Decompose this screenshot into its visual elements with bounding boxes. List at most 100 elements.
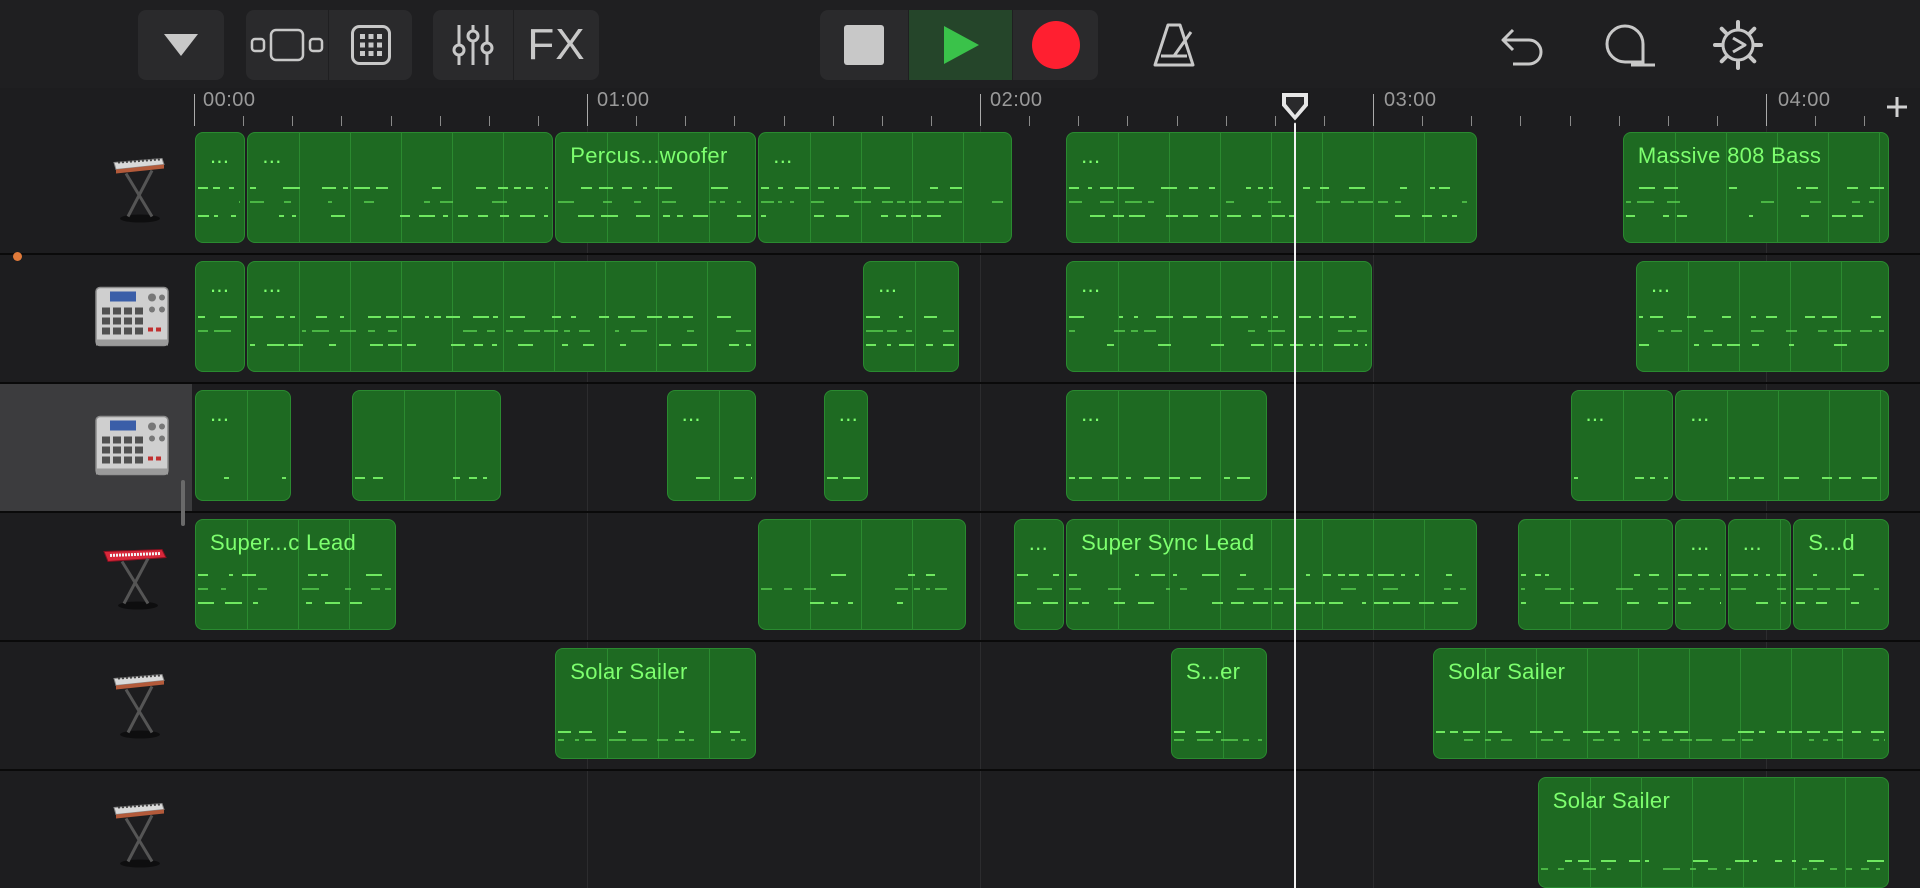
track-region[interactable]: ... xyxy=(1066,261,1372,372)
midi-note xyxy=(908,574,916,576)
track-region[interactable]: ... xyxy=(863,261,960,372)
track-header[interactable] xyxy=(0,771,192,888)
midi-note xyxy=(647,316,663,318)
track-region[interactable]: ... xyxy=(1013,519,1065,630)
track-region[interactable]: ... xyxy=(195,390,292,501)
track-region[interactable]: ... xyxy=(195,132,246,243)
track-list-scrollbar[interactable] xyxy=(181,480,185,526)
midi-note xyxy=(1616,588,1634,590)
region-loop-divider xyxy=(912,133,914,242)
track-region[interactable]: ... xyxy=(823,390,868,501)
playhead-handle[interactable] xyxy=(1279,90,1311,124)
track-region[interactable]: ... xyxy=(1675,390,1890,501)
region-loop-divider xyxy=(1841,262,1842,371)
midi-note xyxy=(1209,187,1216,189)
playhead-line[interactable] xyxy=(1294,100,1296,888)
track-header[interactable] xyxy=(0,384,192,511)
midi-note xyxy=(804,588,817,590)
track-region[interactable]: ... xyxy=(1636,261,1890,372)
track-region[interactable]: Solar Sailer xyxy=(555,648,757,759)
midi-note xyxy=(1442,602,1459,604)
midi-note xyxy=(400,215,411,217)
midi-note xyxy=(1540,739,1553,741)
midi-note xyxy=(795,187,810,189)
track-region[interactable]: ... xyxy=(1675,519,1726,630)
midi-note xyxy=(1268,330,1286,332)
midi-note xyxy=(826,477,838,479)
grid-view-button[interactable] xyxy=(328,10,412,80)
record-button[interactable] xyxy=(1012,10,1098,80)
midi-note xyxy=(250,316,264,318)
track-region[interactable]: ... xyxy=(1066,132,1477,243)
midi-note xyxy=(720,201,726,203)
ruler-tick xyxy=(1078,116,1080,126)
midi-note xyxy=(1395,215,1411,217)
undo-button[interactable] xyxy=(1487,10,1557,80)
track-region[interactable]: ... xyxy=(1066,390,1268,501)
midi-note xyxy=(1119,316,1124,318)
midi-note xyxy=(292,215,297,217)
midi-note xyxy=(618,731,627,733)
timeline-ruler[interactable]: 00:00 01:00 02:00 03:00 04:00 xyxy=(0,88,1920,126)
midi-note xyxy=(1330,316,1345,318)
track-region[interactable]: ... xyxy=(1727,519,1792,630)
settings-button[interactable] xyxy=(1703,10,1773,80)
midi-note xyxy=(253,602,258,604)
stop-button[interactable] xyxy=(820,10,908,80)
track-header[interactable] xyxy=(0,513,192,640)
midi-note xyxy=(1069,477,1076,479)
track-region[interactable]: ... xyxy=(247,261,757,372)
midi-note xyxy=(1156,316,1174,318)
midi-note xyxy=(1679,739,1692,741)
track-region[interactable] xyxy=(758,519,966,630)
track-region[interactable]: S...er xyxy=(1170,648,1268,759)
region-loop-divider xyxy=(401,133,403,242)
midi-note xyxy=(198,602,214,604)
midi-note xyxy=(1444,588,1452,590)
track-header[interactable] xyxy=(0,126,192,253)
midi-note xyxy=(1851,201,1860,203)
midi-note xyxy=(1692,860,1708,862)
midi-note xyxy=(1212,602,1224,604)
track-region[interactable] xyxy=(1518,519,1674,630)
browser-button[interactable] xyxy=(246,10,328,80)
track-region[interactable]: Percus...woofer xyxy=(555,132,757,243)
midi-note xyxy=(1435,731,1445,733)
track-header[interactable] xyxy=(0,255,192,382)
track-header[interactable] xyxy=(0,642,192,769)
metronome-button[interactable] xyxy=(1139,10,1209,80)
track-region[interactable]: ... xyxy=(666,390,757,501)
midi-note xyxy=(434,316,442,318)
midi-note xyxy=(1661,739,1673,741)
midi-note xyxy=(1107,344,1115,346)
track-region[interactable]: ... xyxy=(247,132,554,243)
midi-note xyxy=(659,344,672,346)
track-region[interactable]: S...d xyxy=(1793,519,1890,630)
midi-note xyxy=(1662,215,1669,217)
midi-note xyxy=(1658,588,1669,590)
track-region[interactable]: Super Sync Lead xyxy=(1066,519,1477,630)
region-loop-divider xyxy=(350,133,352,242)
track-region[interactable] xyxy=(352,390,501,501)
add-track-button[interactable] xyxy=(1886,92,1908,122)
region-loop-divider xyxy=(1220,133,1222,242)
loop-browser-button[interactable] xyxy=(1596,10,1666,80)
mixer-button[interactable] xyxy=(433,10,513,80)
track-region[interactable]: ... xyxy=(758,132,1012,243)
midi-note xyxy=(1666,201,1680,203)
control-bar: FX xyxy=(0,0,1920,88)
fx-button[interactable]: FX xyxy=(513,10,599,80)
track-region[interactable]: Solar Sailer xyxy=(1537,777,1890,888)
track-region[interactable]: ... xyxy=(1570,390,1674,501)
ruler-tick xyxy=(341,116,343,126)
midi-note xyxy=(1357,330,1367,332)
track-region[interactable]: Massive 808 Bass xyxy=(1622,132,1890,243)
midi-note xyxy=(1600,860,1616,862)
track-view-dropdown-button[interactable] xyxy=(138,10,224,80)
track-region[interactable]: ... xyxy=(195,261,246,372)
track-region[interactable]: Super...c Lead xyxy=(195,519,397,630)
keyboard-stand-icon xyxy=(106,795,170,874)
track-region[interactable]: Solar Sailer xyxy=(1432,648,1890,759)
mixer-icon xyxy=(452,25,494,65)
play-button[interactable] xyxy=(908,10,1012,80)
